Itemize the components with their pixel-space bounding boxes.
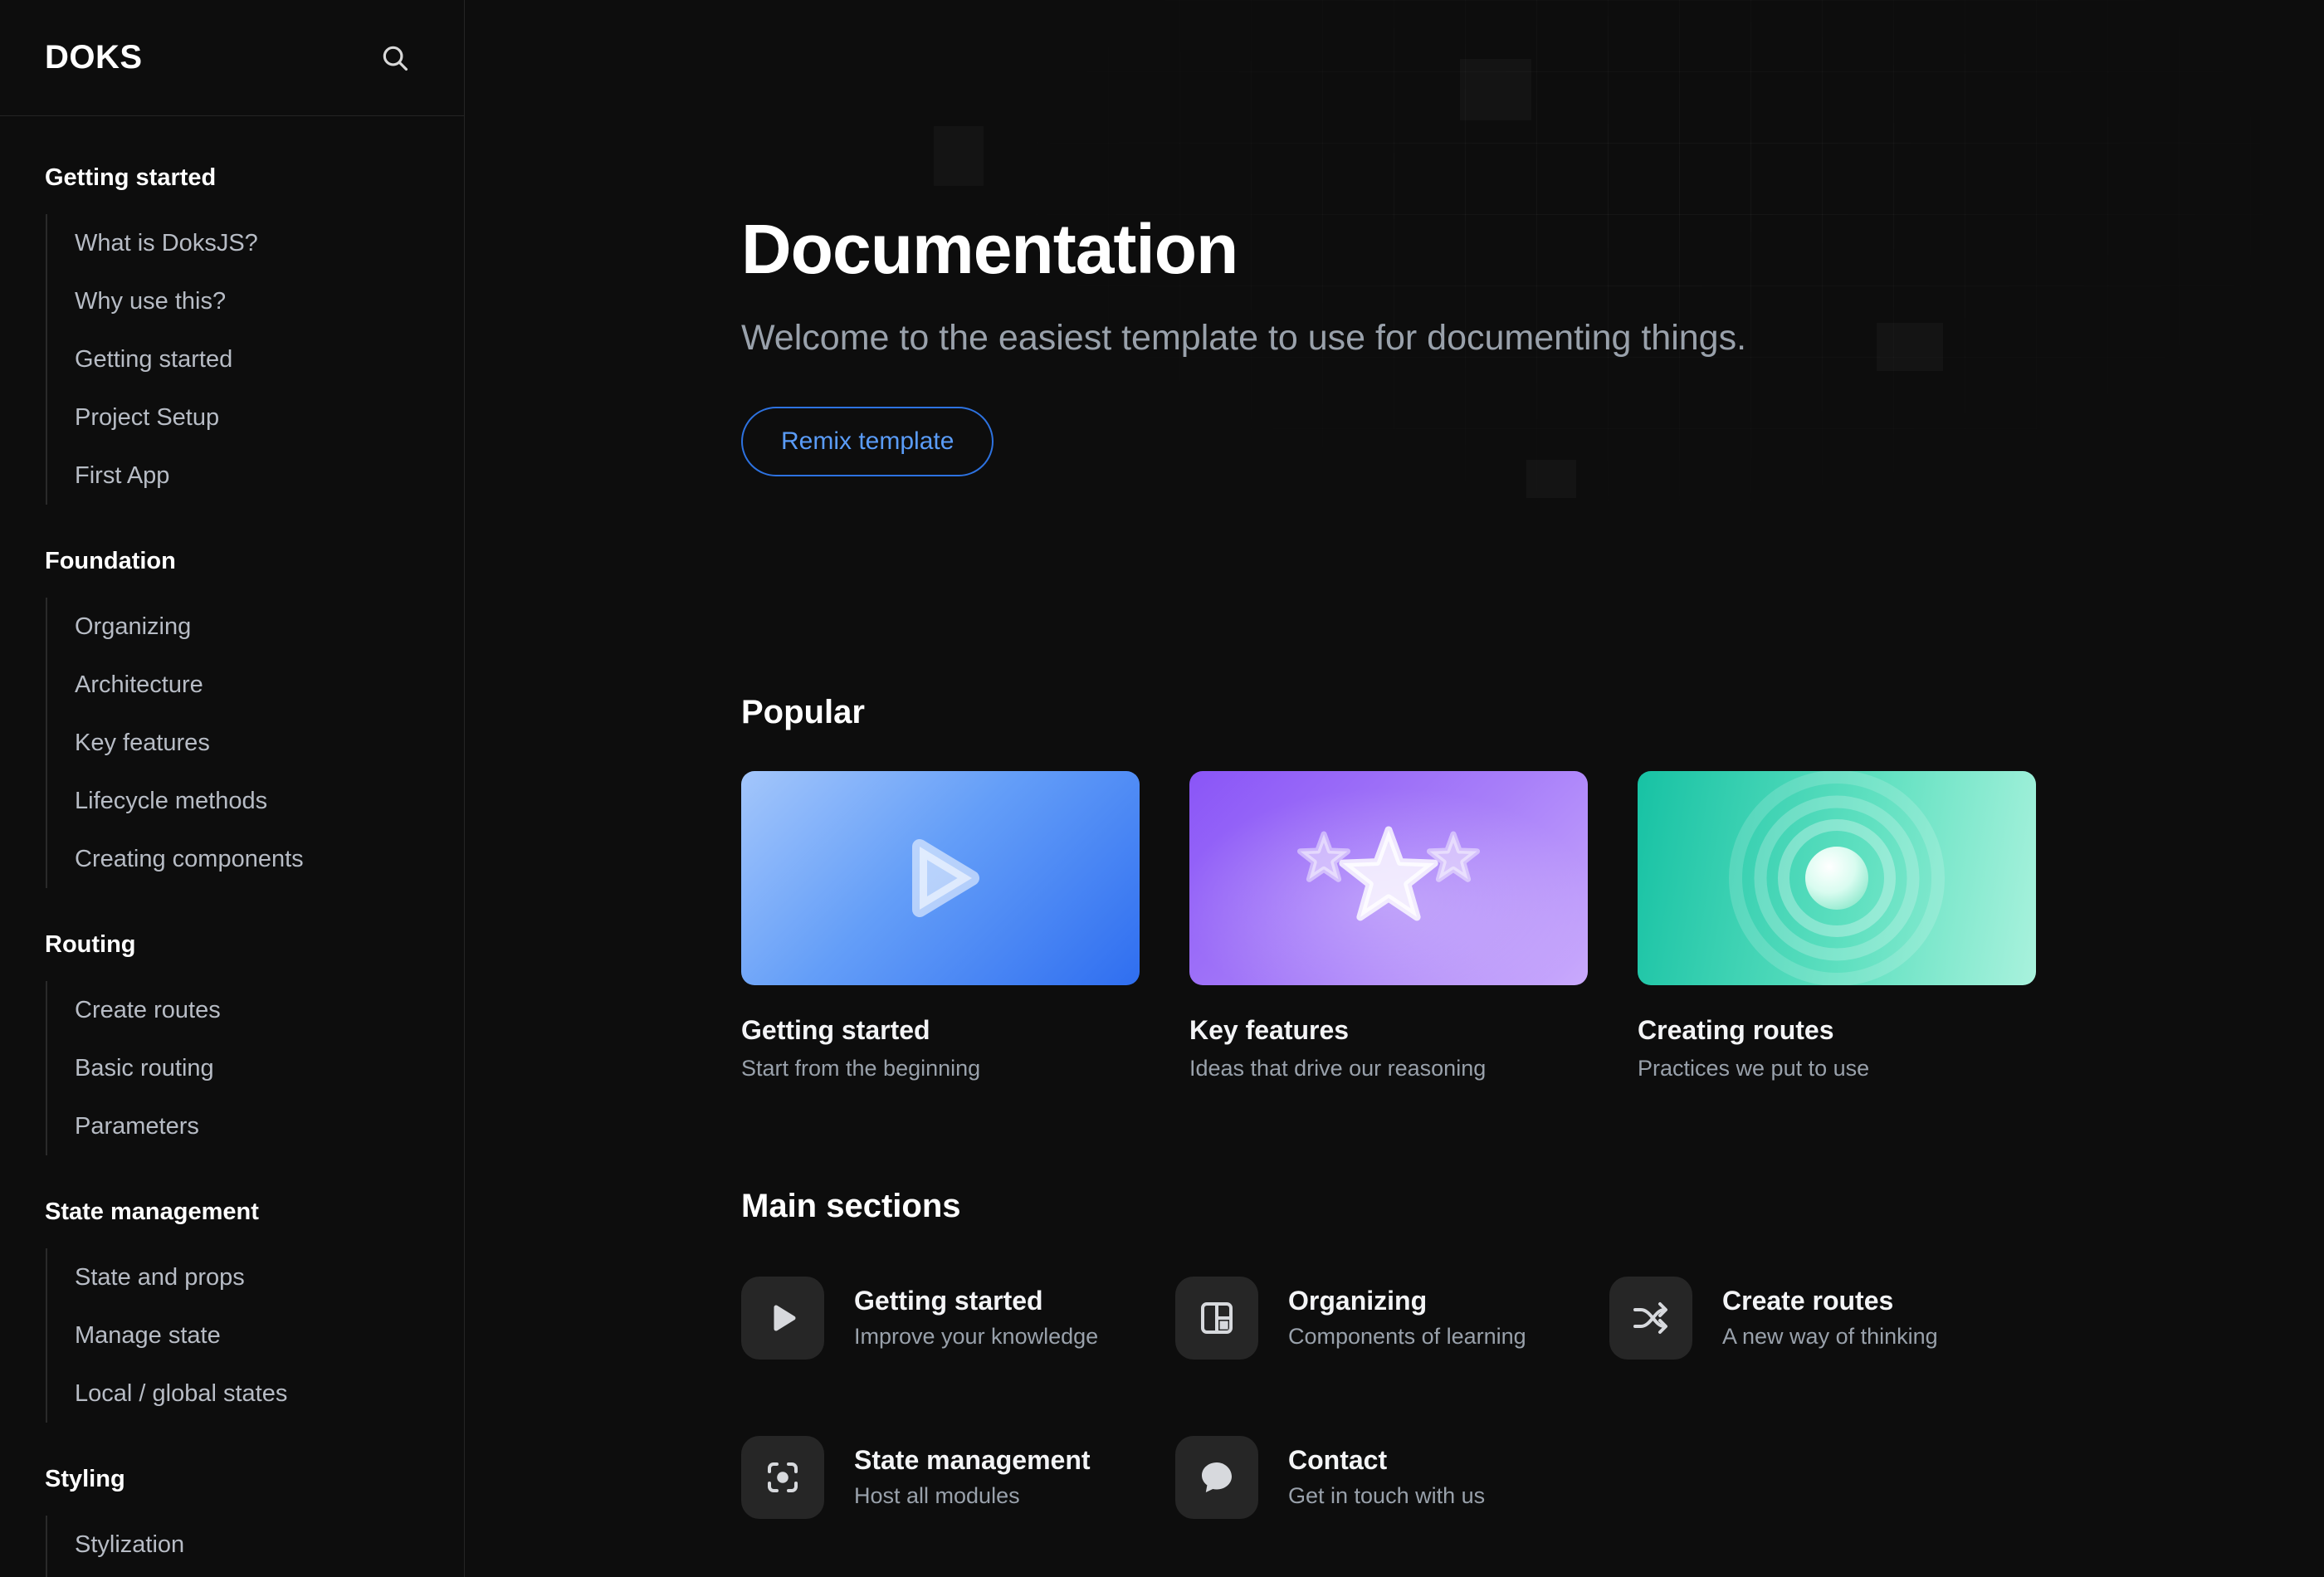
sidebar-item-project-setup[interactable]: Project Setup bbox=[75, 388, 464, 447]
sidebar-item-local-global-states[interactable]: Local / global states bbox=[75, 1365, 464, 1423]
main-section-contact[interactable]: Contact Get in touch with us bbox=[1175, 1435, 1609, 1519]
item-subtitle: Host all modules bbox=[854, 1483, 1020, 1509]
sidebar-item-create-routes[interactable]: Create routes bbox=[75, 981, 464, 1039]
shuffle-icon bbox=[1609, 1276, 1692, 1360]
sidebar-item-first-app[interactable]: First App bbox=[75, 447, 464, 505]
main-content: Documentation Welcome to the easiest tem… bbox=[466, 0, 2324, 1577]
play-icon bbox=[741, 1276, 824, 1360]
item-title: Organizing bbox=[1288, 1286, 1428, 1316]
sidebar-nav: Getting started What is DoksJS? Why use … bbox=[0, 116, 464, 1577]
nav-items: What is DoksJS? Why use this? Getting st… bbox=[46, 214, 464, 505]
nav-section-foundation: Foundation Organizing Architecture Key f… bbox=[0, 546, 464, 888]
item-subtitle: Improve your knowledge bbox=[854, 1324, 1099, 1350]
card-title: Creating routes bbox=[1638, 1014, 1834, 1045]
popular-cards: Getting started Start from the beginning… bbox=[741, 770, 2324, 1081]
nav-section-title: Routing bbox=[45, 931, 136, 958]
nav-section-title: State management bbox=[45, 1199, 259, 1225]
sidebar-item-creating-components[interactable]: Creating components bbox=[75, 830, 464, 888]
chat-icon bbox=[1175, 1435, 1258, 1519]
item-subtitle: A new way of thinking bbox=[1722, 1324, 1938, 1350]
sidebar-item-state-and-props[interactable]: State and props bbox=[75, 1248, 464, 1306]
item-title: Contact bbox=[1288, 1445, 1388, 1476]
nav-section-routing: Routing Create routes Basic routing Para… bbox=[0, 930, 464, 1155]
nav-items: State and props Manage state Local / glo… bbox=[46, 1248, 464, 1423]
item-title: Getting started bbox=[854, 1286, 1043, 1316]
ripple-icon bbox=[1638, 770, 2036, 985]
card-subtitle: Practices we put to use bbox=[1638, 1055, 1870, 1081]
sidebar-item-lifecycle-methods[interactable]: Lifecycle methods bbox=[75, 772, 464, 830]
card-subtitle: Start from the beginning bbox=[741, 1055, 981, 1081]
main-sections-grid: Getting started Improve your knowledge O… bbox=[741, 1276, 2324, 1519]
layout-icon bbox=[1175, 1276, 1258, 1360]
card-title: Key features bbox=[1189, 1014, 1350, 1045]
search-button[interactable] bbox=[374, 37, 416, 79]
sidebar-item-parameters[interactable]: Parameters bbox=[75, 1097, 464, 1155]
nav-section-title: Styling bbox=[45, 1466, 125, 1492]
nav-items: Stylization Dynamic styles bbox=[46, 1516, 464, 1577]
sidebar-item-key-features[interactable]: Key features bbox=[75, 714, 464, 772]
card-art-teal bbox=[1638, 770, 2036, 985]
item-subtitle: Get in touch with us bbox=[1288, 1483, 1486, 1509]
focus-icon bbox=[741, 1435, 824, 1519]
main-section-getting-started[interactable]: Getting started Improve your knowledge bbox=[741, 1276, 1175, 1360]
item-title: Create routes bbox=[1722, 1286, 1894, 1316]
sidebar-item-organizing[interactable]: Organizing bbox=[75, 598, 464, 656]
stars-icon bbox=[1281, 808, 1496, 949]
nav-section-title: Foundation bbox=[45, 548, 176, 574]
search-icon bbox=[379, 42, 411, 74]
main-section-organizing[interactable]: Organizing Components of learning bbox=[1175, 1276, 1609, 1360]
card-creating-routes[interactable]: Creating routes Practices we put to use bbox=[1638, 770, 2036, 1081]
main-section-create-routes[interactable]: Create routes A new way of thinking bbox=[1609, 1276, 2043, 1360]
main-sections-heading: Main sections bbox=[741, 1187, 961, 1224]
sidebar-item-what-is-doksjs[interactable]: What is DoksJS? bbox=[75, 214, 464, 272]
sidebar-item-architecture[interactable]: Architecture bbox=[75, 656, 464, 714]
page-subtitle: Welcome to the easiest template to use f… bbox=[741, 318, 1747, 358]
sidebar-item-why-use-this[interactable]: Why use this? bbox=[75, 272, 464, 330]
card-art-purple bbox=[1189, 770, 1588, 985]
page-title: Documentation bbox=[741, 210, 1238, 288]
nav-section-title: Getting started bbox=[45, 164, 217, 191]
play-icon bbox=[874, 812, 1007, 945]
item-title: State management bbox=[854, 1445, 1091, 1476]
popular-heading: Popular bbox=[741, 693, 865, 730]
card-key-features[interactable]: Key features Ideas that drive our reason… bbox=[1189, 770, 1588, 1081]
nav-section-styling: Styling Stylization Dynamic styles bbox=[0, 1464, 464, 1577]
nav-section-getting-started: Getting started What is DoksJS? Why use … bbox=[0, 163, 464, 505]
sidebar-item-dynamic-styles[interactable]: Dynamic styles bbox=[75, 1574, 464, 1577]
item-subtitle: Components of learning bbox=[1288, 1324, 1526, 1350]
main-section-state-management[interactable]: State management Host all modules bbox=[741, 1435, 1175, 1519]
card-getting-started[interactable]: Getting started Start from the beginning bbox=[741, 770, 1140, 1081]
sidebar-item-stylization[interactable]: Stylization bbox=[75, 1516, 464, 1574]
nav-section-state-management: State management State and props Manage … bbox=[0, 1197, 464, 1423]
sidebar-item-getting-started[interactable]: Getting started bbox=[75, 330, 464, 388]
nav-items: Organizing Architecture Key features Lif… bbox=[46, 598, 464, 888]
brand-logo: DOKS bbox=[45, 39, 143, 76]
card-title: Getting started bbox=[741, 1014, 930, 1045]
card-subtitle: Ideas that drive our reasoning bbox=[1189, 1055, 1487, 1081]
sidebar: DOKS Getting started What is DoksJS? Why… bbox=[0, 0, 465, 1577]
sidebar-item-manage-state[interactable]: Manage state bbox=[75, 1306, 464, 1365]
sidebar-item-basic-routing[interactable]: Basic routing bbox=[75, 1039, 464, 1097]
remix-template-button[interactable]: Remix template bbox=[741, 406, 994, 476]
sidebar-header: DOKS bbox=[0, 0, 464, 116]
card-art-blue bbox=[741, 770, 1140, 985]
nav-items: Create routes Basic routing Parameters bbox=[46, 981, 464, 1155]
